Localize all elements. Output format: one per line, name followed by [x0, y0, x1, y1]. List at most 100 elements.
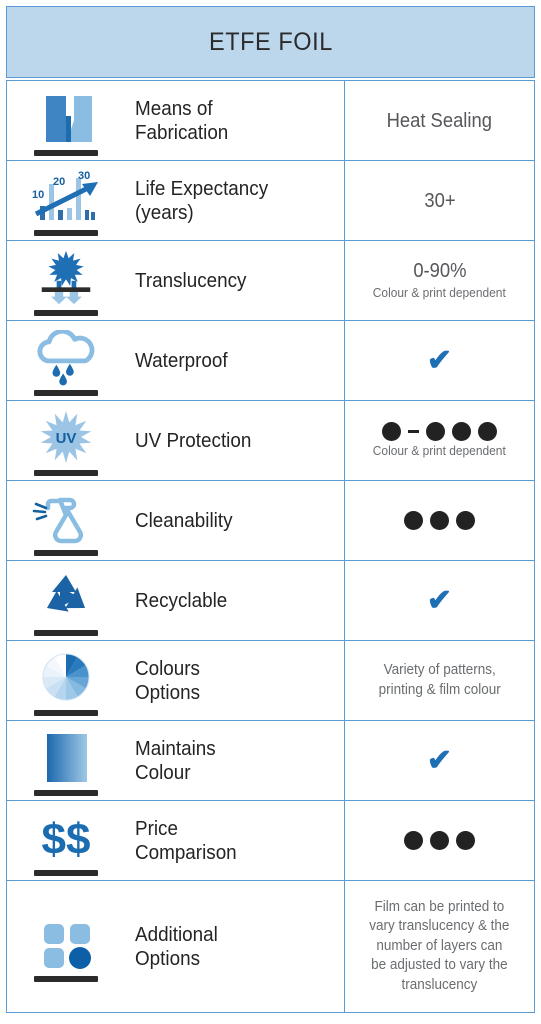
- icon-base-bar: [34, 229, 98, 236]
- table-row: Maintains Colour ✔: [7, 720, 534, 800]
- options-grid-icon-art: [20, 916, 112, 972]
- row-icon-cell: [7, 321, 125, 400]
- table-row: Means of Fabrication Heat Sealing: [7, 80, 534, 160]
- row-value-cell: Film can be printed to vary translucency…: [344, 881, 534, 1012]
- value-text: 30+: [423, 189, 456, 212]
- svg-text:20: 20: [53, 176, 65, 188]
- value-subtext: Colour & print dependent: [373, 442, 506, 458]
- value-text: 0-90%: [412, 260, 467, 283]
- icon-base-bar: [34, 549, 98, 556]
- rating-dot-low: [382, 421, 401, 441]
- row-label: UV Protection: [135, 428, 252, 452]
- colour-gradient-swatch-icon-art: [20, 730, 112, 786]
- table-row: UV UV Protection Colour & print dependent: [7, 400, 534, 480]
- icon-base-bar: [34, 975, 98, 982]
- row-label-cell: Colours Options: [125, 641, 344, 720]
- table-row: Cleanability: [7, 480, 534, 560]
- rating-dot: [404, 511, 423, 530]
- uv-burst-icon: UV: [20, 406, 112, 476]
- icon-base-bar: [34, 869, 98, 876]
- row-value-cell: [344, 481, 534, 560]
- row-label-cell: Means of Fabrication: [125, 81, 344, 160]
- icon-base-bar: [34, 469, 98, 476]
- row-label-cell: Price Comparison: [125, 801, 344, 880]
- row-value-cell: ✔: [344, 321, 534, 400]
- row-label: Means of Fabrication: [135, 96, 229, 144]
- value-text: Heat Sealing: [386, 109, 493, 132]
- check-icon: ✔: [426, 743, 453, 777]
- row-label: Additional Options: [135, 922, 218, 970]
- row-label-cell: Maintains Colour: [125, 721, 344, 800]
- rating-dot-high: [452, 421, 471, 441]
- page-title: ETFE FOIL: [208, 27, 333, 56]
- value-subtext: Colour & print dependent: [373, 285, 506, 301]
- table-row: Waterproof ✔: [7, 320, 534, 400]
- row-icon-cell: [7, 721, 125, 800]
- row-label: Life Expectancy (years): [135, 176, 269, 224]
- spray-bottle-icon-art: [20, 490, 112, 546]
- row-value-cell: Heat Sealing: [344, 81, 534, 160]
- row-label: Cleanability: [135, 508, 233, 532]
- row-label: Recyclable: [135, 588, 228, 612]
- rating-dot: [430, 831, 449, 850]
- row-icon-cell: [7, 241, 125, 320]
- svg-text:30: 30: [78, 170, 90, 182]
- row-value-cell: Variety of patterns, printing & film col…: [344, 641, 534, 720]
- row-label-cell: Waterproof: [125, 321, 344, 400]
- check-icon: ✔: [426, 343, 453, 377]
- dollar-signs-icon-art: $$: [20, 810, 112, 866]
- row-label: Waterproof: [135, 348, 228, 372]
- pie-chart-colours-icon-art: [20, 650, 112, 706]
- row-value-cell: 0-90% Colour & print dependent: [344, 241, 534, 320]
- rating-dot: [430, 511, 449, 530]
- icon-base-bar: [34, 709, 98, 716]
- row-label-cell: Translucency: [125, 241, 344, 320]
- row-value-cell: ✔: [344, 721, 534, 800]
- row-value-cell: 30+: [344, 161, 534, 240]
- svg-text:10: 10: [32, 189, 44, 201]
- row-icon-cell: UV: [7, 401, 125, 480]
- range-dash-icon: [408, 430, 419, 433]
- value-paragraph: Film can be printed to vary translucency…: [369, 898, 510, 993]
- row-icon-cell: [7, 641, 125, 720]
- rating-dots: [404, 511, 475, 530]
- row-label-cell: Recyclable: [125, 561, 344, 640]
- row-label-cell: Cleanability: [125, 481, 344, 560]
- row-label-cell: Additional Options: [125, 881, 344, 1012]
- row-icon-cell: [7, 81, 125, 160]
- row-icon-cell: 10 20 30: [7, 161, 125, 240]
- row-value-cell: Colour & print dependent: [344, 401, 534, 480]
- rating-dot: [404, 831, 423, 850]
- table-row: $$ Price Comparison: [7, 800, 534, 880]
- table-row: Recyclable ✔: [7, 560, 534, 640]
- icon-base-bar: [34, 629, 98, 636]
- product-spec-sheet: ETFE FOIL Means of Fabrication Heat Seali…: [0, 0, 541, 1024]
- recycle-icon: [20, 566, 112, 636]
- rating-dot: [456, 831, 475, 850]
- options-grid-icon: [20, 912, 112, 982]
- row-icon-cell: [7, 561, 125, 640]
- rating-dot-high: [426, 421, 445, 441]
- rating-dot-high: [478, 421, 497, 441]
- rain-cloud-icon: [20, 326, 112, 396]
- sun-through-membrane-icon-art: [20, 250, 112, 306]
- icon-base-bar: [34, 309, 98, 316]
- icon-base-bar: [34, 789, 98, 796]
- spec-table: Means of Fabrication Heat Sealing 10 20 30 Li…: [6, 80, 535, 1013]
- sheet-header: ETFE FOIL: [6, 6, 535, 78]
- svg-text:$$: $$: [42, 815, 91, 864]
- row-label-cell: Life Expectancy (years): [125, 161, 344, 240]
- table-row: Additional Options Film can be printed to…: [7, 880, 534, 1012]
- rain-cloud-icon-art: [20, 329, 112, 386]
- value-paragraph: Variety of patterns, printing & film col…: [378, 662, 501, 698]
- rating-dots-range: [382, 421, 497, 441]
- row-label: Translucency: [135, 268, 247, 292]
- rating-dot: [456, 511, 475, 530]
- rating-dots: [404, 831, 475, 850]
- table-row: Colours Options Variety of patterns, prin…: [7, 640, 534, 720]
- row-label: Colours Options: [135, 656, 201, 704]
- extrusion-die-icon-art: [20, 90, 112, 146]
- dollar-signs-icon: $$: [20, 806, 112, 876]
- bar-chart-growth-icon: 10 20 30: [20, 166, 112, 236]
- row-value-cell: [344, 801, 534, 880]
